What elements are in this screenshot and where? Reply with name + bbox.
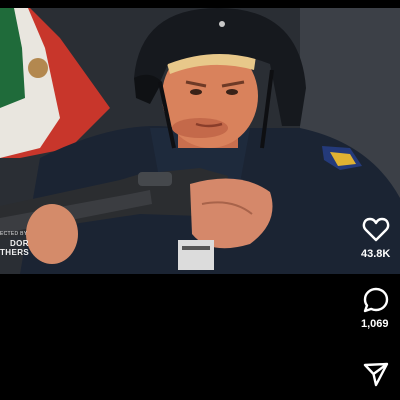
video-player[interactable]: ECTED BY DOR THERS [0,8,400,274]
video-frame [0,8,400,274]
share-icon[interactable] [362,360,390,388]
video-credit-overlay: ECTED BY DOR THERS [0,231,30,257]
share-action[interactable] [360,360,400,388]
heart-icon[interactable] [362,216,390,244]
top-strip [0,0,400,8]
like-action[interactable]: 43.8K [360,216,400,260]
comment-action[interactable]: 1,069 [360,286,400,330]
credit-caption: ECTED BY [0,231,28,237]
comment-count: 1,069 [361,318,389,330]
credit-line-2: THERS [0,247,30,257]
comment-icon[interactable] [362,286,390,314]
like-count: 43.8K [361,248,391,260]
